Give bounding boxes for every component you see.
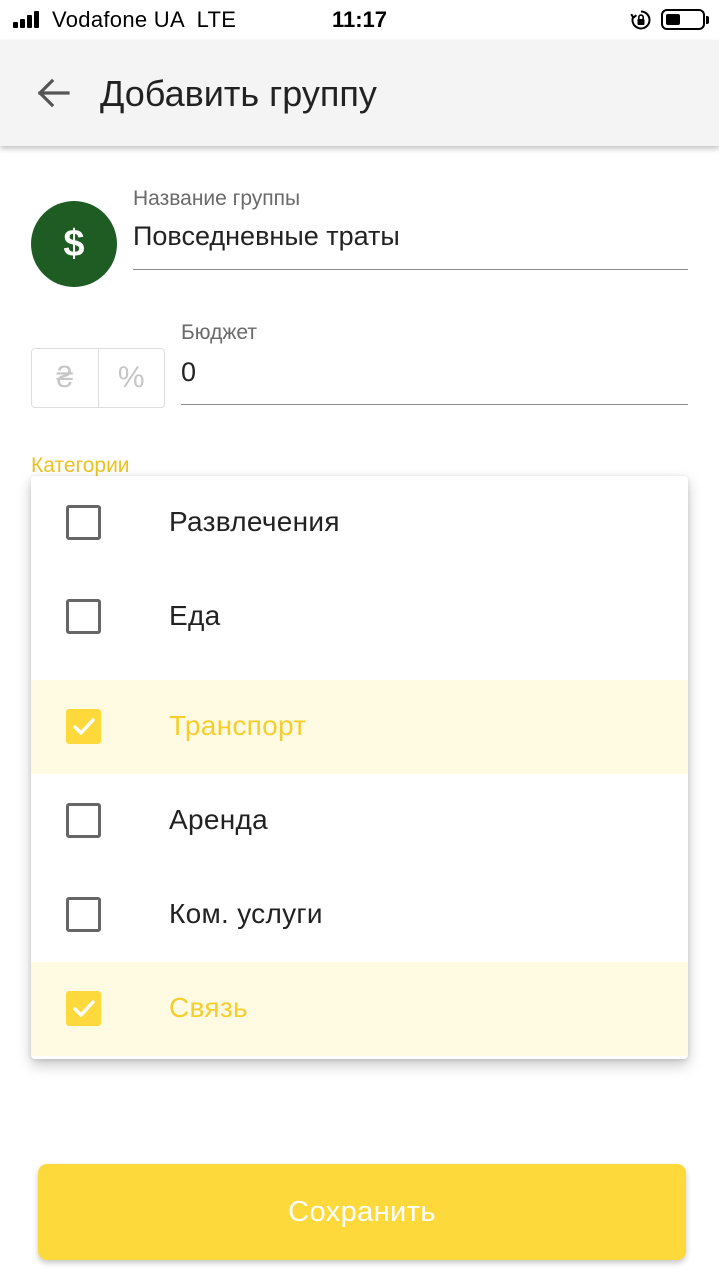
- checkbox[interactable]: [66, 897, 101, 932]
- categories-label: Категории: [31, 454, 130, 477]
- checkbox[interactable]: [66, 599, 101, 634]
- save-button-label: Сохранить: [288, 1195, 436, 1228]
- category-label: Развлечения: [169, 506, 340, 537]
- category-label: Ком. услуги: [169, 898, 323, 929]
- category-item[interactable]: Еда: [31, 570, 688, 664]
- checkbox[interactable]: [66, 505, 101, 540]
- category-item[interactable]: Связь: [31, 962, 688, 1056]
- checkmark-icon: [73, 1000, 95, 1017]
- rotation-lock-icon: [630, 10, 651, 30]
- percent-mode-button[interactable]: %: [97, 349, 165, 407]
- currency-mode-button[interactable]: ₴: [32, 349, 98, 407]
- checkbox-checked[interactable]: [66, 991, 101, 1026]
- category-label: Связь: [169, 992, 248, 1023]
- checkbox[interactable]: [66, 803, 101, 838]
- category-item[interactable]: Развлечения: [31, 476, 688, 570]
- category-item[interactable]: Транспорт: [31, 680, 688, 774]
- status-bar: Vodafone UA LTE 11:17: [0, 0, 719, 40]
- page-title: Добавить группу: [100, 73, 377, 114]
- budget-input[interactable]: 0: [181, 352, 688, 405]
- budget-mode-toggle: ₴ %: [31, 348, 165, 408]
- category-label: Еда: [169, 600, 221, 631]
- category-item[interactable]: Ком. услуги: [31, 868, 688, 962]
- battery-cap: [706, 16, 709, 24]
- group-icon-button[interactable]: $: [31, 201, 117, 287]
- group-name-label: Название группы: [133, 187, 301, 210]
- checkbox-checked[interactable]: [66, 709, 101, 744]
- status-time: 11:17: [331, 7, 388, 32]
- category-label: Транспорт: [169, 710, 307, 741]
- dollar-icon: $: [63, 222, 85, 265]
- budget-label: Бюджет: [181, 321, 257, 344]
- categories-dropdown: Развлечения Еда Транспорт Аренда Ком. ус…: [31, 476, 688, 1059]
- app-bar: Добавить группу: [0, 40, 719, 146]
- battery-icon: [661, 9, 705, 30]
- back-button[interactable]: [30, 70, 76, 116]
- category-label: Аренда: [169, 804, 268, 835]
- group-name-value: Повседневные траты: [133, 221, 400, 251]
- category-item[interactable]: Аренда: [31, 774, 688, 868]
- save-button[interactable]: Сохранить: [38, 1164, 686, 1260]
- checkmark-icon: [73, 718, 95, 735]
- group-name-input[interactable]: Повседневные траты: [133, 218, 688, 270]
- budget-value: 0: [181, 357, 197, 387]
- arrow-left-icon: [37, 78, 70, 108]
